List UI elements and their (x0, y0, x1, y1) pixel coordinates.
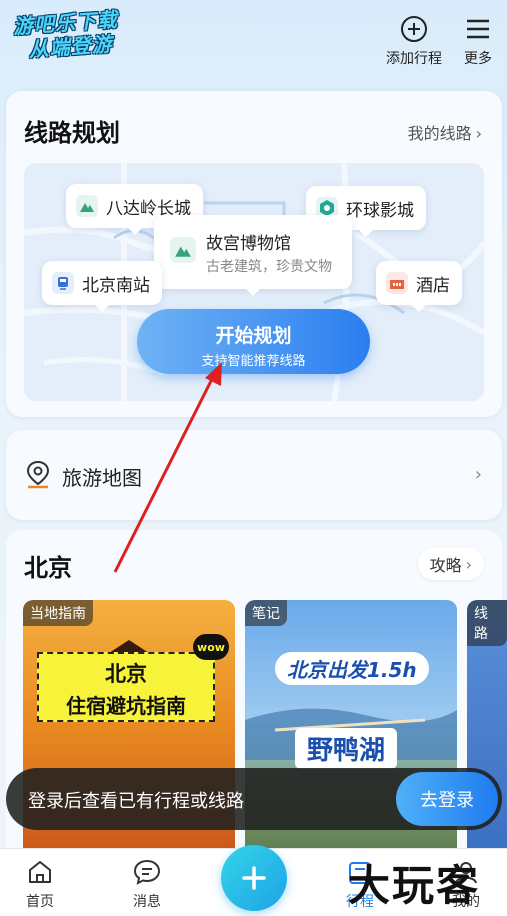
hotel-icon (386, 272, 408, 294)
card-headline: 北京 住宿避坑指南 (37, 652, 215, 722)
card-headline-line2: 住宿避坑指南 (66, 694, 186, 718)
card-headline-line1: 北京 (105, 662, 147, 686)
poi-hotel-label: 酒店 (416, 275, 450, 296)
travel-map-row[interactable]: 旅游地图 › (6, 430, 502, 520)
menu-icon (467, 19, 489, 39)
poi-hotel[interactable]: 酒店 (376, 261, 462, 312)
plus-icon (242, 866, 266, 890)
poi-palace-museum-subtitle: 古老建筑，珍贵文物 (206, 259, 332, 275)
city-title: 北京 (24, 554, 72, 582)
chevron-right-icon: › (474, 464, 482, 485)
add-fab-button[interactable] (221, 845, 287, 911)
map-pin-icon (26, 460, 50, 489)
home-icon (29, 861, 51, 883)
more-button[interactable]: 更多 (458, 14, 498, 68)
poi-palace-museum[interactable]: 故宫博物馆 古老建筑，珍贵文物 (154, 215, 352, 296)
poi-universal-label: 环球影城 (346, 200, 414, 221)
wow-badge: wow (193, 634, 229, 660)
my-routes-label: 我的线路 (407, 124, 472, 143)
card-tag: 笔记 (245, 600, 287, 626)
poi-palace-museum-label: 故宫博物馆 (206, 234, 291, 254)
header: 游吧乐下载 从端登游 添加行程 更多 (0, 0, 507, 82)
poi-beijing-south-label: 北京南站 (82, 275, 150, 296)
card-tag: 线路 (467, 600, 507, 646)
brand-watermark: 大玩客 (348, 861, 481, 910)
mountain-icon (76, 195, 98, 217)
poi-beijing-south[interactable]: 北京南站 (42, 261, 162, 312)
card-tag: 当地指南 (23, 600, 93, 626)
watermark-logo: 游吧乐下载 从端登游 (12, 5, 148, 70)
tab-messages[interactable]: 消息 (117, 857, 177, 911)
city-guide-button[interactable]: 攻略 › (417, 548, 484, 580)
login-toast: 登录后查看已有行程或线路 去登录 (6, 768, 502, 830)
train-icon (52, 272, 74, 294)
card-headline-line1: 北京出发1.5h (275, 652, 429, 685)
start-planning-subtitle: 支持智能推荐线路 (201, 354, 306, 369)
tab-messages-label: 消息 (133, 894, 161, 910)
more-label: 更多 (464, 51, 492, 67)
chat-bubble-icon (133, 859, 161, 885)
tab-home[interactable]: 首页 (10, 857, 70, 911)
card-headline-line2: 野鸭湖 (295, 728, 398, 769)
chevron-right-icon: › (465, 554, 472, 574)
travel-map-label: 旅游地图 (62, 466, 142, 490)
chevron-right-icon: › (475, 124, 482, 143)
mountain-icon (170, 237, 196, 263)
add-trip-label: 添加行程 (386, 51, 442, 67)
add-trip-button[interactable]: 添加行程 (384, 14, 444, 68)
login-toast-message: 登录后查看已有行程或线路 (28, 791, 244, 812)
route-planning-title: 线路规划 (24, 119, 120, 147)
start-planning-label: 开始规划 (215, 325, 292, 347)
tab-home-label: 首页 (26, 894, 54, 910)
city-guide-label: 攻略 (429, 556, 462, 575)
start-planning-button[interactable]: 开始规划 支持智能推荐线路 (137, 309, 370, 374)
login-button[interactable]: 去登录 (396, 772, 498, 826)
plus-circle-icon (401, 16, 427, 42)
my-routes-link[interactable]: 我的线路 › (408, 120, 482, 144)
